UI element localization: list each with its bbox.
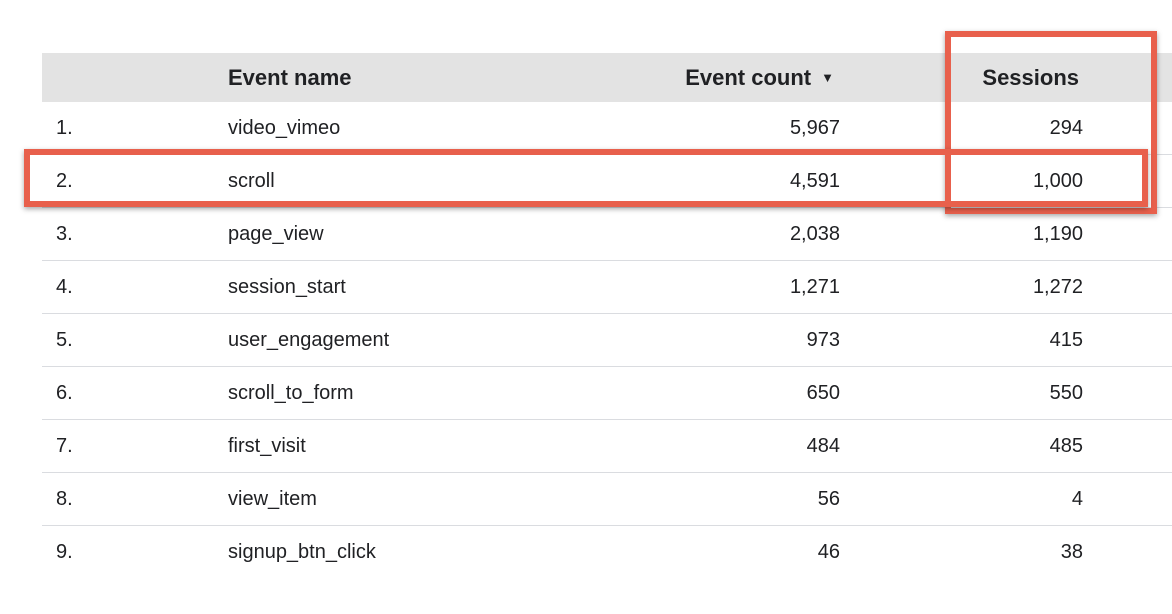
table-row[interactable]: 4. session_start 1,271 1,272 <box>42 261 1172 314</box>
sessions-cell: 415 <box>1049 329 1083 351</box>
table-row[interactable]: 1. video_vimeo 5,967 294 <box>42 102 1172 155</box>
table-header: Event name Event count ▼ Sessions <box>42 53 1172 102</box>
table-row[interactable]: 7. first_visit 484 485 <box>42 420 1172 473</box>
event-count-cell: 973 <box>806 329 840 351</box>
event-count-cell: 650 <box>806 382 840 404</box>
event-count-cell: 2,038 <box>789 223 840 245</box>
sessions-cell: 4 <box>1071 488 1083 510</box>
event-count-cell: 46 <box>817 541 840 563</box>
table-row[interactable]: 5. user_engagement 973 415 <box>42 314 1172 367</box>
row-index: 6. <box>56 382 73 404</box>
event-count-cell: 4,591 <box>789 170 840 192</box>
sessions-cell: 1,272 <box>1032 276 1083 298</box>
event-name-cell: view_item <box>228 488 317 510</box>
row-index: 4. <box>56 276 73 298</box>
column-header-sessions[interactable]: Sessions <box>982 53 1079 102</box>
sessions-cell: 485 <box>1049 435 1083 457</box>
sessions-cell: 1,000 <box>1032 170 1083 192</box>
event-name-cell: video_vimeo <box>228 117 341 139</box>
table-row[interactable]: 8. view_item 56 4 <box>42 473 1172 526</box>
row-index: 5. <box>56 329 73 351</box>
column-header-event-name[interactable]: Event name <box>228 53 352 102</box>
event-count-cell: 5,967 <box>789 117 840 139</box>
event-count-cell: 484 <box>806 435 840 457</box>
event-name-cell: scroll <box>228 170 275 192</box>
events-table: Event name Event count ▼ Sessions 1. vide… <box>42 53 1172 563</box>
event-name-cell: first_visit <box>228 435 306 457</box>
column-header-event-count[interactable]: Event count ▼ <box>685 53 834 102</box>
sort-descending-icon[interactable]: ▼ <box>821 53 834 102</box>
event-name-cell: scroll_to_form <box>228 382 354 404</box>
sessions-cell: 38 <box>1060 541 1083 563</box>
report-canvas: Event name Event count ▼ Sessions 1. vide… <box>0 0 1172 614</box>
event-name-cell: signup_btn_click <box>228 541 376 563</box>
row-index: 1. <box>56 117 73 139</box>
event-count-cell: 1,271 <box>789 276 840 298</box>
event-name-cell: user_engagement <box>228 329 390 351</box>
table-row[interactable]: 3. page_view 2,038 1,190 <box>42 208 1172 261</box>
row-index: 9. <box>56 541 73 563</box>
event-name-cell: session_start <box>228 276 346 298</box>
table-row[interactable]: 6. scroll_to_form 650 550 <box>42 367 1172 420</box>
row-index: 3. <box>56 223 73 245</box>
table-row[interactable]: 2. scroll 4,591 1,000 <box>42 155 1172 208</box>
event-name-cell: page_view <box>228 223 324 245</box>
sessions-cell: 294 <box>1049 117 1083 139</box>
sessions-cell: 550 <box>1049 382 1083 404</box>
row-index: 2. <box>56 170 73 192</box>
table-row[interactable]: 9. signup_btn_click 46 38 <box>42 526 1172 563</box>
sessions-cell: 1,190 <box>1032 223 1083 245</box>
row-index: 8. <box>56 488 73 510</box>
row-index: 7. <box>56 435 73 457</box>
event-count-cell: 56 <box>817 488 840 510</box>
column-header-event-count-label: Event count <box>685 65 812 90</box>
